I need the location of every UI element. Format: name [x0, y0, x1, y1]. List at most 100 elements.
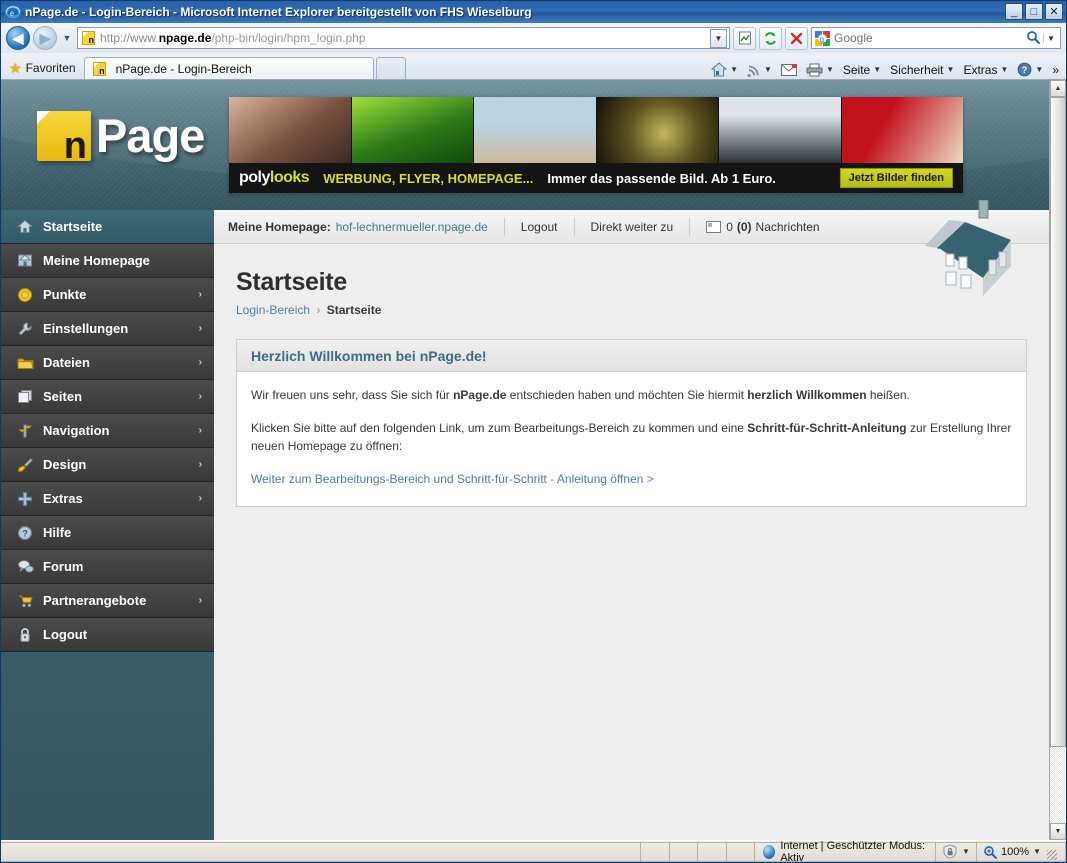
banner-claim-yellow: WERBUNG, FLYER, HOMEPAGE...	[323, 170, 534, 186]
address-bar[interactable]: n http://www.npage.de/php-bin/login/hpm_…	[77, 27, 730, 49]
sidebar-item-extras[interactable]: Extras ›	[1, 482, 214, 516]
npage-logo[interactable]: n Page	[37, 108, 205, 165]
sidebar-item-hilfe[interactable]: ? Hilfe	[1, 516, 214, 550]
sidebar-item-label: Hilfe	[43, 525, 72, 540]
print-icon[interactable]: ▼	[803, 63, 837, 77]
scrollbar-track[interactable]	[1050, 97, 1066, 823]
zoom-caret[interactable]: ▼	[1033, 847, 1041, 856]
zoom-level: 100%	[1000, 845, 1030, 858]
coin-icon	[15, 287, 35, 303]
page-viewport: n Page polylooks WERBUNG, FLYER, HOMEPAG…	[1, 79, 1066, 840]
chevron-right-icon: ›	[198, 425, 202, 436]
back-button[interactable]: ◀	[6, 26, 30, 50]
divider	[503, 217, 505, 236]
command-bar: ▼ ▼ ▼ Seite ▼ Sicherheit ▼ Extras ▼ ? ▼ …	[708, 62, 1062, 77]
security-zone-cell[interactable]: Internet | Geschützter Modus: Aktiv	[755, 840, 937, 863]
history-dropdown-icon[interactable]: ▼	[60, 33, 74, 43]
resize-grip[interactable]	[1045, 842, 1059, 862]
homepage-icon	[15, 253, 35, 268]
chevron-right-icon: ›	[198, 493, 202, 504]
search-dropdown-icon[interactable]: ▼	[1043, 33, 1058, 43]
window-controls: _ □ ✕	[1005, 3, 1063, 20]
site-body: Startseite Meine Homepage Punkte › Einst…	[1, 199, 1049, 840]
vertical-scrollbar[interactable]: ▲ ▼	[1049, 80, 1066, 840]
sidebar-item-dateien[interactable]: Dateien ›	[1, 346, 214, 380]
menu-extras[interactable]: Extras ▼	[960, 63, 1011, 77]
family-beach-photo	[474, 97, 597, 163]
breadcrumb-current: Startseite	[326, 303, 382, 317]
logo-wordmark: Page	[96, 109, 205, 162]
new-tab-button[interactable]	[375, 57, 406, 79]
sidebar-item-einstellungen[interactable]: Einstellungen ›	[1, 312, 214, 346]
messages-label[interactable]: Nachrichten	[756, 220, 820, 234]
logo-mark-icon: n	[37, 110, 91, 165]
homepage-url-link[interactable]: hof-lechnermueller.npage.de	[336, 220, 488, 234]
window-title: nPage.de - Login-Bereich - Microsoft Int…	[25, 5, 532, 19]
browser-tab[interactable]: n nPage.de - Login-Bereich	[83, 57, 374, 79]
search-icon[interactable]	[1023, 30, 1043, 47]
compatibility-view-icon[interactable]	[733, 26, 756, 50]
scroll-down-button[interactable]: ▼	[1050, 823, 1066, 840]
advertisement-banner[interactable]: polylooks WERBUNG, FLYER, HOMEPAGE... Im…	[229, 97, 963, 193]
favorites-button[interactable]: ★ Favoriten	[7, 57, 84, 79]
refresh-icon[interactable]	[759, 26, 782, 50]
crocodile-photo	[596, 97, 719, 163]
house-icon	[15, 219, 35, 234]
tab-label: nPage.de - Login-Bereich	[115, 61, 252, 76]
maximize-button[interactable]: □	[1025, 3, 1043, 20]
chevron-right-icon: ›	[198, 323, 202, 334]
search-box[interactable]: g ▼	[811, 27, 1061, 49]
sidebar-item-logout[interactable]: Logout	[1, 618, 214, 652]
welcome-paragraph-2: Klicken Sie bitte auf den folgenden Link…	[251, 420, 1012, 454]
account-topbar: Meine Homepage: hof-lechnermueller.npage…	[214, 199, 1049, 296]
welcome-panel-body: Wir freuen uns sehr, dass Sie sich für n…	[237, 372, 1026, 506]
overflow-chevron-icon[interactable]: »	[1049, 63, 1062, 77]
search-submit[interactable]: ▼	[1023, 30, 1058, 47]
sidebar-item-navigation[interactable]: Navigation ›	[1, 414, 214, 448]
feeds-icon[interactable]: ▼	[744, 63, 775, 77]
main-content: Meine Homepage: hof-lechnermueller.npage…	[214, 199, 1049, 840]
close-button[interactable]: ✕	[1045, 3, 1063, 20]
sidebar-item-label: Logout	[43, 627, 88, 642]
chevron-right-icon: ›	[198, 289, 202, 300]
banner-cta-button[interactable]: Jetzt Bilder finden	[839, 168, 953, 188]
protected-mode-caret[interactable]: ▼	[962, 847, 970, 856]
sidebar-item-design[interactable]: Design ›	[1, 448, 214, 482]
scrollbar-thumb[interactable]	[1050, 97, 1066, 747]
mail-icon[interactable]	[778, 63, 800, 76]
address-dropdown-icon[interactable]: ▼	[710, 28, 727, 48]
blonde-woman-red-photo	[841, 97, 963, 163]
sidebar-item-label: Meine Homepage	[43, 253, 150, 268]
shield-lock-icon	[943, 844, 957, 859]
zoom-cell[interactable]: 100% ▼	[976, 841, 1067, 862]
sidebar-item-label: Partnerangebote	[43, 593, 147, 608]
breadcrumb-root[interactable]: Login-Bereich	[236, 303, 310, 317]
question-icon: ?	[15, 525, 35, 541]
sidebar-item-seiten[interactable]: Seiten ›	[1, 380, 214, 414]
sidebar-item-label: Einstellungen	[43, 321, 129, 336]
sidebar-item-punkte[interactable]: Punkte ›	[1, 278, 214, 312]
sidebar-item-forum[interactable]: Forum	[1, 550, 214, 584]
direkt-weiter-zu-label[interactable]: Direkt weiter zu	[591, 220, 674, 234]
bearbeitungs-bereich-link[interactable]: Weiter zum Bearbeitungs-Bereich und Schr…	[251, 472, 654, 486]
menu-sicherheit[interactable]: Sicherheit ▼	[887, 63, 957, 77]
sidebar-item-label: Extras	[43, 491, 83, 506]
sidebar-item-startseite[interactable]: Startseite	[1, 210, 214, 244]
cart-icon	[15, 593, 35, 608]
search-input[interactable]	[834, 31, 984, 45]
title-bar: e nPage.de - Login-Bereich - Microsoft I…	[1, 1, 1066, 23]
topbar-logout-link[interactable]: Logout	[521, 220, 558, 234]
svg-text:?: ?	[1022, 65, 1028, 75]
scroll-up-button[interactable]: ▲	[1050, 80, 1066, 97]
stop-icon[interactable]	[785, 26, 808, 50]
sidebar-item-meine-homepage[interactable]: Meine Homepage	[1, 244, 214, 278]
polylooks-logo: polylooks	[239, 169, 310, 186]
sidebar-item-partnerangebote[interactable]: Partnerangebote ›	[1, 584, 214, 618]
plus-icon	[15, 491, 35, 507]
forward-button[interactable]: ▶	[33, 26, 57, 50]
home-icon[interactable]: ▼	[708, 62, 741, 77]
minimize-button[interactable]: _	[1005, 3, 1023, 20]
help-icon[interactable]: ? ▼	[1014, 62, 1046, 77]
protected-mode-cell[interactable]: ▼	[936, 841, 977, 862]
menu-seite[interactable]: Seite ▼	[840, 63, 884, 77]
